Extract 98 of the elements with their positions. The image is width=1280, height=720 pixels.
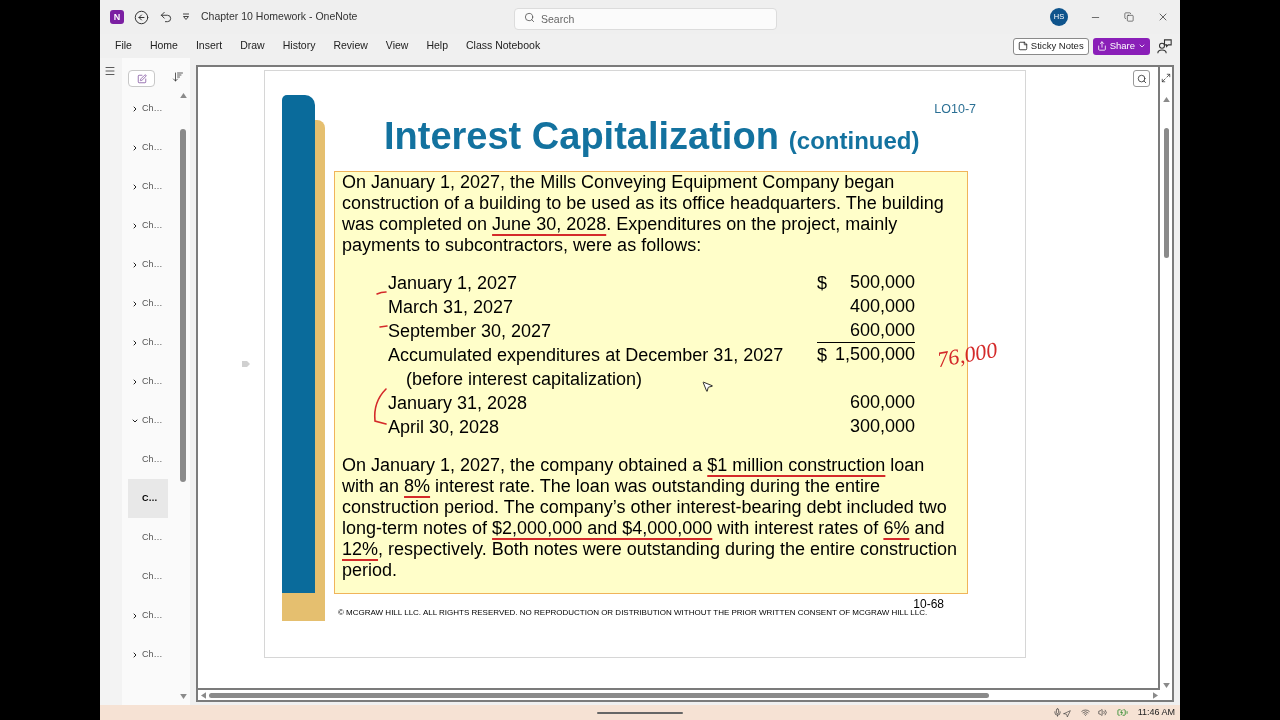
ribbon-tab[interactable]: Review xyxy=(333,38,368,54)
chevron-right-icon[interactable] xyxy=(131,143,139,152)
loan-paragraph: On January 1, 2027, the company obtained a $1 million construction loan with an 8% interest rate. The loan was outstanding during the entire construction period. The company’s other interest-bearing debt included two long-term notes of $2,000,000 and $4,000,000 with interest rates of 6% and 12%, respectively. Both notes were outstanding during the entire construction period. xyxy=(342,455,959,581)
clock-time[interactable]: 11:46 AM xyxy=(1137,705,1175,720)
ribbon-tab[interactable]: Class Notebook xyxy=(466,38,541,54)
ribbon-tab[interactable]: Draw xyxy=(240,38,265,54)
restore-icon xyxy=(1124,12,1134,22)
scroll-right-arrow-icon[interactable] xyxy=(1153,691,1158,699)
slide-title: Interest Capitalization xyxy=(384,117,779,155)
dropdown-caret-icon[interactable] xyxy=(182,13,190,21)
scroll-down-arrow-icon[interactable] xyxy=(1162,683,1170,688)
slide-number: 10-68 xyxy=(913,598,944,610)
ribbon-tab[interactable]: Help xyxy=(426,38,448,54)
ribbon-tab[interactable]: Home xyxy=(149,38,178,54)
app-logo: N xyxy=(110,10,124,24)
pen-square-icon xyxy=(136,73,147,84)
page-list-item[interactable]: Ch… xyxy=(128,440,168,479)
chevron-right-icon[interactable] xyxy=(131,299,139,308)
sticky-notes-button[interactable]: Sticky Notes xyxy=(1012,37,1089,55)
expenditure-note: (before interest capitalization) xyxy=(406,368,643,391)
page-list-item[interactable]: Ch… xyxy=(128,206,168,245)
expenditure-date: January 1, 2027 xyxy=(388,272,518,295)
intro-paragraph: On January 1, 2027, the Mills Conveying Equipment Company began construction of a building to be used as its office headquarters. The building was completed on June 30, 2028. Expenditures on the project, mainly payments to subcontractors, were as follows: xyxy=(342,172,945,256)
undo-icon[interactable] xyxy=(159,10,173,24)
search-icon xyxy=(524,11,535,23)
expenditure-date: September 30, 2027 xyxy=(388,320,552,343)
sticky-note-icon xyxy=(1017,41,1028,51)
chevron-right-icon[interactable] xyxy=(131,377,139,386)
home-indicator-bar[interactable] xyxy=(597,711,683,714)
amount-value: 400,000 xyxy=(848,295,915,318)
close-icon xyxy=(1157,11,1169,23)
page-list-item[interactable]: Ch… xyxy=(128,128,168,167)
handle-icon[interactable] xyxy=(242,361,250,367)
chevron-right-icon[interactable] xyxy=(131,338,139,347)
page-list-item[interactable]: Ch… xyxy=(128,323,168,362)
scroll-up-arrow-icon[interactable] xyxy=(1162,97,1170,102)
scrollbar-thumb[interactable] xyxy=(209,692,989,698)
scrollbar-thumb[interactable] xyxy=(1163,128,1169,258)
location-arrow-icon[interactable] xyxy=(1062,710,1071,718)
mouse-pointer-icon xyxy=(701,380,714,393)
page-list-item[interactable]: Ch… xyxy=(128,284,168,323)
slide-subtitle: (continued) xyxy=(788,126,920,156)
share-icon xyxy=(1096,41,1107,51)
caret-icon xyxy=(1138,42,1146,50)
copyright-notice: © MCGRAW HILL LLC. ALL RIGHTS RESERVED. NO REPRODUCTION OR DISTRIBUTION WITHOUT THE PRIOR WRITTEN CONSENT OF MCGRAW HILL LLC. xyxy=(338,608,929,618)
page-list-item[interactable]: Ch… xyxy=(128,518,168,557)
microphone-icon[interactable] xyxy=(1052,708,1062,717)
ink-tick xyxy=(379,325,388,328)
chevron-right-icon[interactable] xyxy=(131,182,139,191)
currency-symbol: $ xyxy=(817,272,828,295)
scroll-down-arrow-icon[interactable] xyxy=(179,694,187,699)
scrollbar-thumb[interactable] xyxy=(180,129,186,482)
chevron-right-icon[interactable] xyxy=(131,260,139,269)
page-list-item[interactable]: Ch… xyxy=(128,89,168,128)
new-page-button[interactable] xyxy=(128,70,155,87)
expenditure-date: January 31, 2028 xyxy=(388,392,528,415)
menu-icon[interactable] xyxy=(104,65,116,77)
page-list-item[interactable]: C… xyxy=(128,479,168,518)
amount-value: 600,000 xyxy=(848,391,915,414)
amount-value: 300,000 xyxy=(848,415,915,438)
ribbon-tab[interactable]: File xyxy=(115,38,132,54)
page-list-item[interactable]: Ch… xyxy=(128,596,168,635)
search-field[interactable]: Search xyxy=(514,8,777,30)
objective-tag: LO10-7 xyxy=(934,101,976,117)
ink-tick xyxy=(376,291,387,295)
ribbon-tab[interactable]: History xyxy=(282,38,316,54)
page-list-item[interactable]: Ch… xyxy=(128,635,168,674)
currency-symbol: $ xyxy=(817,344,828,367)
window-title: Chapter 10 Homework - OneNote xyxy=(201,9,358,25)
handwritten-note: 76,000 xyxy=(935,337,1000,373)
expenditure-date: March 31, 2027 xyxy=(388,296,514,319)
scroll-left-arrow-icon[interactable] xyxy=(201,691,206,699)
ribbon-tab[interactable]: View xyxy=(385,38,409,54)
search-icon xyxy=(1136,73,1147,84)
amount-value: 500,000 xyxy=(848,271,915,294)
share-button[interactable]: Share xyxy=(1092,37,1150,55)
page-list-item[interactable]: Ch… xyxy=(128,362,168,401)
chevron-right-icon[interactable] xyxy=(131,221,139,230)
ribbon-tab[interactable]: Insert xyxy=(195,38,223,54)
feedback-person-icon[interactable] xyxy=(1157,38,1172,54)
amount-value: 1,500,000 xyxy=(833,343,915,366)
expenditure-date: April 30, 2028 xyxy=(388,416,500,439)
page-list-item[interactable]: Ch… xyxy=(128,401,168,440)
chevron-right-icon[interactable] xyxy=(131,611,139,620)
chevron-right-icon[interactable] xyxy=(131,650,139,659)
scroll-up-arrow-icon[interactable] xyxy=(179,93,187,98)
search-button[interactable] xyxy=(1133,70,1150,87)
amount-value: 600,000 xyxy=(817,319,915,343)
ink-bracket xyxy=(373,388,387,425)
page-list-item[interactable]: Ch… xyxy=(128,557,168,596)
sort-icon[interactable] xyxy=(172,71,184,83)
chevron-right-icon[interactable] xyxy=(131,104,139,113)
wifi-icon[interactable] xyxy=(1080,708,1090,717)
page-list-item[interactable]: Ch… xyxy=(128,167,168,206)
expand-icon[interactable] xyxy=(1161,73,1171,83)
page-list-item[interactable]: Ch… xyxy=(128,245,168,284)
expenditure-date: Accumulated expenditures at December 31, 2027 xyxy=(388,344,784,367)
volume-icon[interactable] xyxy=(1097,708,1107,717)
